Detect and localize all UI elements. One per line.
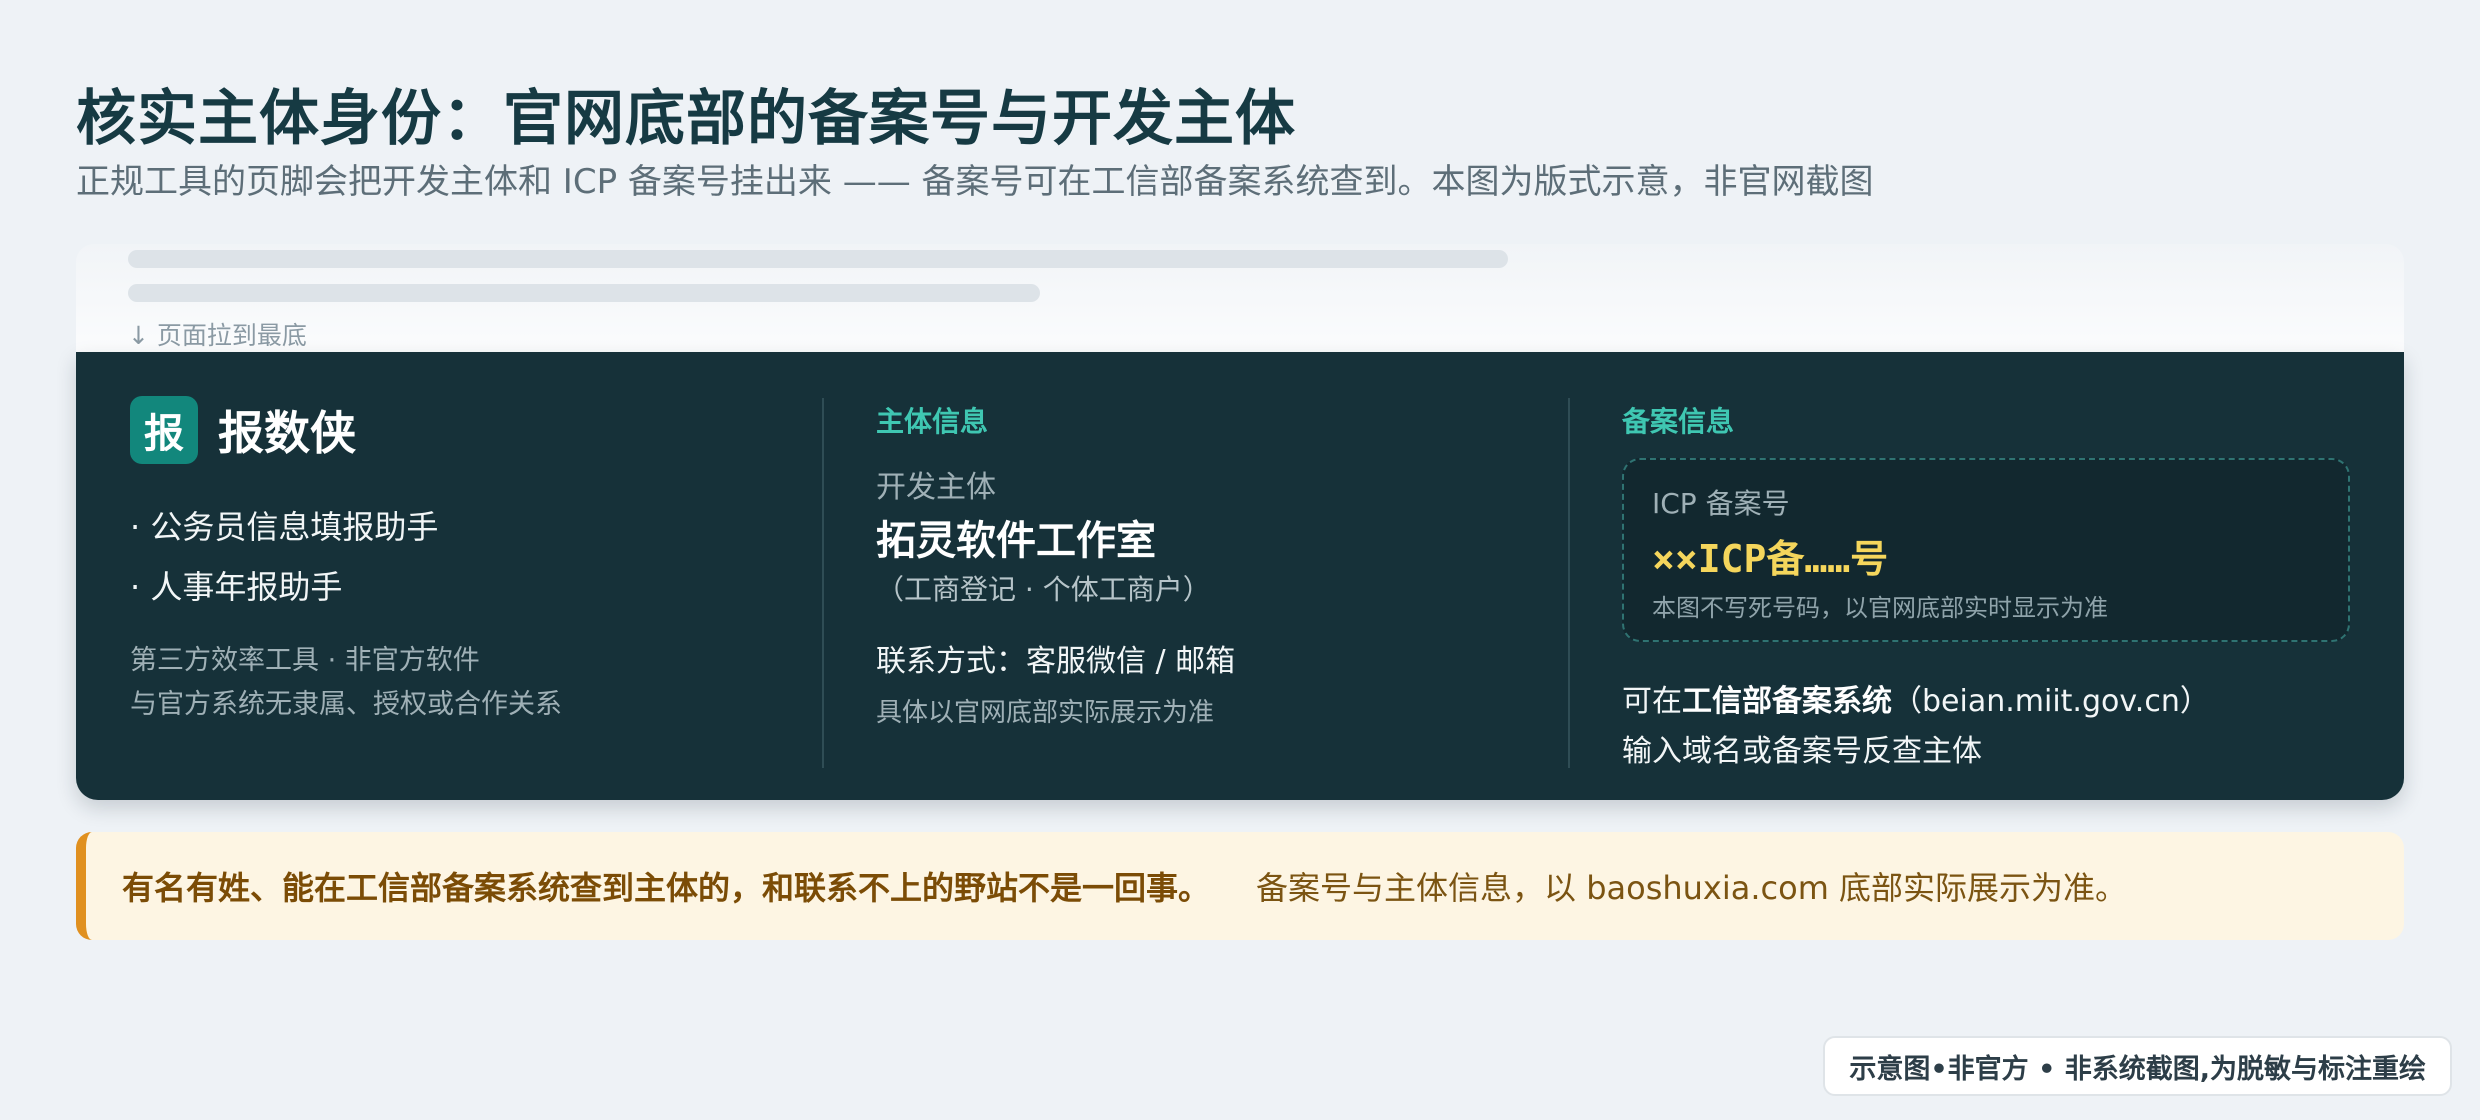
disclaimer-badge: 示意图•非官方 • 非系统截图,为脱敏与标注重绘: [1823, 1036, 2452, 1096]
column-divider: [1568, 398, 1570, 768]
verify-url: （beian.miit.gov.cn）: [1892, 684, 2210, 719]
icp-box: ICP 备案号 ××ICP备……号 本图不写死号码，以官网底部实时显示为准: [1622, 458, 2350, 642]
brand-note: 第三方效率工具 · 非官方软件: [130, 645, 480, 676]
column-divider: [822, 398, 824, 768]
mock-page-top: ↓ 页面拉到最底: [76, 244, 2404, 352]
product-item: · 人事年报助手: [130, 568, 343, 606]
scroll-hint: ↓ 页面拉到最底: [128, 321, 307, 350]
skeleton-line: [128, 284, 1040, 302]
site-footer-mock: 报 报数侠 · 公务员信息填报助手 · 人事年报助手 第三方效率工具 · 非官方…: [76, 352, 2404, 800]
verify-line: 可在工信部备案系统（beian.miit.gov.cn）: [1622, 676, 2210, 720]
entity-column: 主体信息 开发主体 拓灵软件工作室 （工商登记 · 个体工商户） 联系方式：客服…: [876, 352, 1576, 800]
filing-section-title: 备案信息: [1622, 405, 1735, 438]
logo-icon: 报: [130, 396, 198, 464]
page-title: 核实主体身份：官网底部的备案号与开发主体: [76, 84, 1296, 154]
brand-column: 报 报数侠 · 公务员信息填报助手 · 人事年报助手 第三方效率工具 · 非官方…: [130, 352, 810, 800]
product-item: · 公务员信息填报助手: [130, 508, 439, 546]
skeleton-line: [128, 250, 1508, 268]
callout-banner: 有名有姓、能在工信部备案系统查到主体的，和联系不上的野站不是一回事。 备案号与主…: [76, 832, 2404, 940]
icp-hint: 本图不写死号码，以官网底部实时显示为准: [1652, 594, 2108, 622]
registration-type: （工商登记 · 个体工商户）: [876, 573, 1211, 606]
developer-name: 拓灵软件工作室: [876, 518, 1156, 564]
developer-label: 开发主体: [876, 470, 996, 505]
icp-number: ××ICP备……号: [1652, 537, 1889, 581]
brand-name: 报数侠: [218, 406, 356, 460]
verify-prefix: 可在: [1622, 684, 1682, 719]
entity-note: 具体以官网底部实际展示为准: [876, 698, 1215, 728]
callout-strong: 有名有姓、能在工信部备案系统查到主体的，和联系不上的野站不是一回事。: [122, 869, 1211, 907]
verify-system: 工信部备案系统: [1682, 684, 1892, 719]
contact-info: 联系方式：客服微信 / 邮箱: [876, 644, 1236, 679]
brand-note: 与官方系统无隶属、授权或合作关系: [130, 689, 562, 720]
icp-label: ICP 备案号: [1652, 487, 1790, 520]
callout-rest: 备案号与主体信息，以 baoshuxia.com 底部实际展示为准。: [1256, 869, 2128, 907]
filing-column: 备案信息 ICP 备案号 ××ICP备……号 本图不写死号码，以官网底部实时显示…: [1622, 352, 2362, 800]
page-subtitle: 正规工具的页脚会把开发主体和 ICP 备案号挂出来 —— 备案号可在工信部备案系…: [76, 162, 1874, 202]
brand-row: 报 报数侠: [130, 396, 356, 464]
entity-section-title: 主体信息: [876, 405, 989, 438]
verify-line-2: 输入域名或备案号反查主体: [1622, 734, 1982, 769]
